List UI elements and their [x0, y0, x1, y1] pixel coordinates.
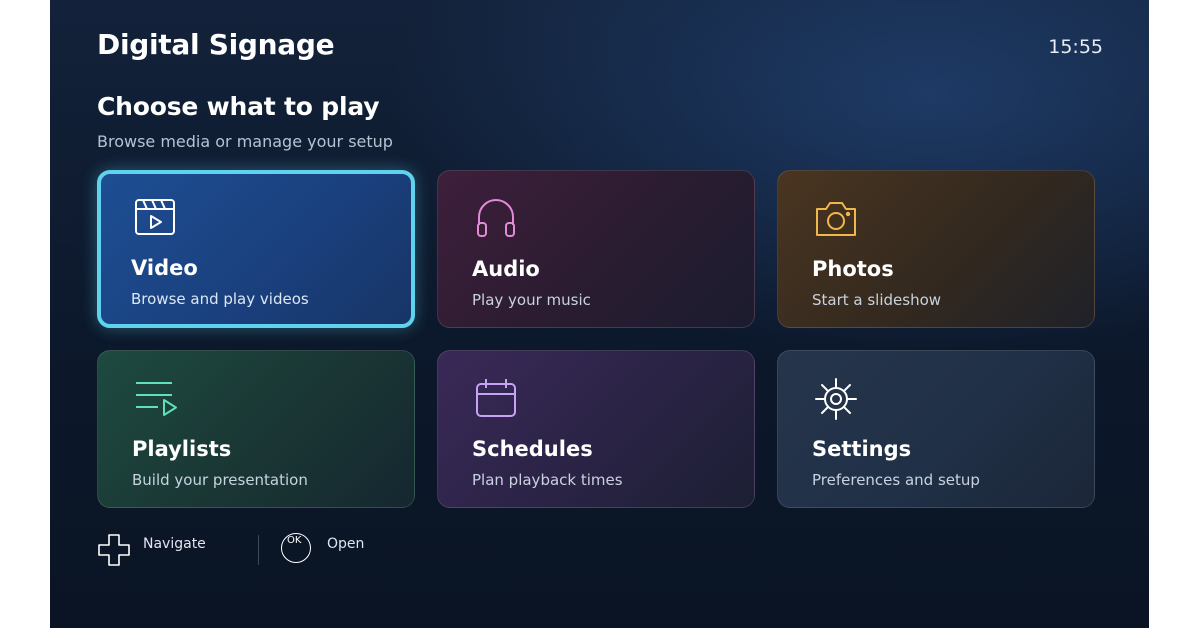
calendar-icon [472, 375, 520, 423]
ok-button-text: OK [287, 535, 302, 546]
hint-divider [258, 535, 259, 565]
settings-card[interactable]: Settings Preferences and setup [777, 350, 1095, 508]
card-title: Video [131, 256, 198, 280]
audio-card[interactable]: Audio Play your music [437, 170, 755, 328]
card-title: Schedules [472, 437, 593, 461]
playlists-card[interactable]: Playlists Build your presentation [97, 350, 415, 508]
card-description: Start a slideshow [812, 291, 942, 309]
page-heading: Choose what to play [97, 92, 380, 121]
schedules-card[interactable]: Schedules Plan playback times [437, 350, 755, 508]
gear-icon [812, 375, 860, 423]
card-description: Preferences and setup [812, 471, 980, 489]
tv-screen: Digital Signage 15:55 Choose what to pla… [50, 0, 1149, 628]
open-hint: OK Open [281, 533, 401, 567]
card-description: Browse and play videos [131, 290, 309, 308]
video-card[interactable]: Video Browse and play videos [97, 170, 415, 328]
open-label: Open [327, 536, 365, 552]
card-description: Plan playback times [472, 471, 623, 489]
card-description: Play your music [472, 291, 591, 309]
card-title: Photos [812, 257, 894, 281]
camera-icon [812, 195, 860, 243]
page-subheading: Browse media or manage your setup [97, 132, 393, 151]
playlist-icon [132, 375, 180, 423]
navigate-hint: Navigate [97, 533, 227, 567]
photos-card[interactable]: Photos Start a slideshow [777, 170, 1095, 328]
clock: 15:55 [1048, 36, 1103, 58]
headphones-icon [472, 195, 520, 243]
video-clapper-icon [131, 194, 179, 242]
card-title: Settings [812, 437, 912, 461]
card-description: Build your presentation [132, 471, 308, 489]
navigate-label: Navigate [143, 536, 206, 552]
dpad-icon [97, 533, 131, 571]
card-title: Playlists [132, 437, 232, 461]
card-title: Audio [472, 257, 540, 281]
app-title: Digital Signage [97, 28, 335, 61]
